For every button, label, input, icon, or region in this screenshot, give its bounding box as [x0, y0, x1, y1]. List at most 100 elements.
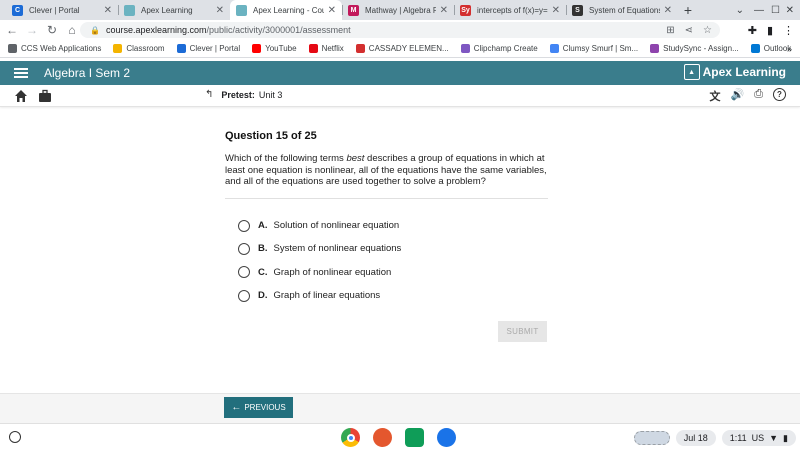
- tab-search-icon[interactable]: ⌄: [736, 0, 744, 20]
- date-pill[interactable]: Jul 18: [675, 430, 716, 446]
- apex-icon: [124, 4, 135, 16]
- home-icon[interactable]: [14, 89, 28, 103]
- bookmark-item[interactable]: Classroom: [113, 44, 165, 53]
- home-icon[interactable]: ⌂: [64, 22, 80, 38]
- os-shelf: Jul 18 1:11 US ▼ ▮: [0, 423, 800, 450]
- back-icon[interactable]: ←: [4, 22, 20, 38]
- tab-title: Apex Learning - Courses: [253, 5, 324, 15]
- launcher-icon[interactable]: [9, 431, 21, 443]
- photos-icon[interactable]: [373, 428, 392, 447]
- bookmark-item[interactable]: StudySync - Assign...: [650, 44, 739, 53]
- maximize-icon[interactable]: ☐: [771, 0, 780, 20]
- close-tab-icon[interactable]: ✕: [104, 5, 112, 16]
- meet-icon[interactable]: [437, 428, 456, 447]
- close-tab-icon[interactable]: ✕: [552, 5, 560, 16]
- bookmark-item[interactable]: YouTube: [252, 44, 297, 53]
- region-label: US: [751, 433, 765, 443]
- translate-icon[interactable]: ⊞: [666, 25, 674, 36]
- bookmarks-bar: CCS Web Applications Classroom Clever | Po…: [0, 40, 800, 58]
- close-tab-icon[interactable]: ✕: [216, 5, 224, 16]
- youtube-icon: [252, 44, 262, 53]
- browser-tab[interactable]: Apex Learning - Courses ✕: [230, 0, 342, 20]
- option-text: System of nonlinear equations: [273, 243, 402, 255]
- close-tab-icon[interactable]: ✕: [664, 5, 672, 16]
- bookmark-item[interactable]: Outlook: [750, 44, 791, 53]
- question-block: Question 15 of 25 Which of the following…: [225, 130, 550, 188]
- previous-button[interactable]: ← PREVIOUS: [224, 397, 293, 418]
- minimize-icon[interactable]: —: [754, 0, 764, 20]
- pretest-label: Pretest:: [221, 89, 255, 100]
- radio-button[interactable]: [238, 289, 250, 302]
- side-panel-icon[interactable]: ▮: [767, 24, 773, 37]
- forward-icon[interactable]: →: [24, 22, 40, 38]
- question-divider: [225, 198, 548, 199]
- tab-title: Clever | Portal: [29, 5, 80, 15]
- browser-tab-strip: C Clever | Portal ✕ Apex Learning ✕ Apex Lear…: [0, 0, 800, 20]
- close-tab-icon[interactable]: ✕: [440, 5, 448, 16]
- bookmark-item[interactable]: CCS Web Applications: [8, 44, 101, 53]
- question-number: Question 15 of 25: [225, 130, 317, 142]
- share-icon[interactable]: ⋖: [685, 25, 693, 36]
- phone-hub-icon[interactable]: [633, 431, 670, 445]
- close-tab-icon[interactable]: ✕: [328, 5, 336, 16]
- previous-label: PREVIOUS: [244, 403, 286, 412]
- classroom-icon[interactable]: [405, 428, 424, 447]
- google-icon: [549, 44, 559, 53]
- omnibox-actions: ⊞ ⋖ ☆: [666, 22, 712, 38]
- address-bar[interactable]: 🔒 course.apexlearning.com/public/activit…: [80, 22, 720, 38]
- help-icon[interactable]: ?: [773, 88, 786, 101]
- return-icon[interactable]: ↰: [205, 89, 213, 100]
- activity-subnav: ↰ Pretest: Unit 3 文 🔊 ⎙ ?: [0, 85, 800, 107]
- battery-icon: ▮: [783, 432, 788, 443]
- apex-icon: [236, 4, 247, 16]
- mathway-icon: M: [348, 4, 359, 16]
- menu-hamburger-icon[interactable]: [14, 68, 28, 78]
- close-window-icon[interactable]: ✕: [786, 0, 794, 20]
- radio-button[interactable]: [238, 266, 250, 279]
- bookmark-list: CCS Web Applications Classroom Clever | Po…: [8, 44, 791, 53]
- bookmark-label: CCS Web Applications: [21, 44, 102, 53]
- option-text: Graph of nonlinear equation: [273, 266, 392, 278]
- radio-button[interactable]: [238, 219, 250, 232]
- option-letter: D.: [258, 290, 268, 302]
- reload-icon[interactable]: ↻: [44, 22, 60, 38]
- print-icon[interactable]: ⎙: [754, 88, 763, 104]
- url-host: course.apexlearning.com: [105, 25, 207, 35]
- menu-icon[interactable]: ⋮: [783, 24, 794, 37]
- system-tray[interactable]: 1:11 US ▼ ▮: [721, 430, 796, 446]
- answer-option-b[interactable]: B. System of nonlinear equations: [238, 237, 401, 260]
- browser-tab[interactable]: M Mathway | Algebra Problem ✕: [342, 0, 454, 20]
- browser-tab[interactable]: Apex Learning ✕: [118, 0, 230, 20]
- answer-option-d[interactable]: D. Graph of linear equations: [238, 284, 401, 307]
- bookmark-item[interactable]: Clipchamp Create: [460, 44, 538, 53]
- browser-tab[interactable]: C Clever | Portal ✕: [6, 0, 118, 20]
- new-tab-icon[interactable]: +: [678, 0, 698, 20]
- bookmark-item[interactable]: CASSADY ELEMEN...: [355, 44, 449, 53]
- browser-tab[interactable]: Sy intercepts of f(x)=y=x^2+... ✕: [454, 0, 566, 20]
- answer-option-c[interactable]: C. Graph of nonlinear equation: [238, 261, 401, 284]
- translate-icon[interactable]: 文: [709, 88, 720, 104]
- radio-button[interactable]: [238, 242, 250, 255]
- bookmarks-overflow-icon[interactable]: »: [787, 40, 792, 58]
- extensions-icon[interactable]: ✚: [748, 24, 757, 37]
- bookmark-star-icon[interactable]: ☆: [703, 25, 712, 36]
- status-area[interactable]: Jul 18 1:11 US ▼ ▮: [633, 429, 796, 447]
- bookmark-item[interactable]: Netflix: [308, 44, 344, 53]
- classroom-icon: [113, 44, 123, 53]
- bookmark-label: CASSADY ELEMEN...: [368, 44, 449, 53]
- bookmark-item[interactable]: Clumsy Smurf | Sm...: [549, 44, 638, 53]
- submit-button[interactable]: SUBMIT: [498, 321, 547, 342]
- answer-option-a[interactable]: A. Solution of nonlinear equation: [238, 214, 401, 237]
- bookmark-item[interactable]: Clever | Portal: [176, 44, 240, 53]
- bookmark-label: Clipchamp Create: [473, 44, 538, 53]
- tab-title: System of Equations Ca...: [589, 5, 660, 15]
- briefcase-icon[interactable]: [38, 89, 52, 103]
- lock-icon[interactable]: 🔒: [90, 26, 100, 35]
- option-letter: B.: [258, 243, 268, 255]
- studysync-icon: [650, 44, 660, 53]
- browser-tab[interactable]: S System of Equations Ca... ✕: [566, 0, 678, 20]
- apex-logo-mark-icon: ▲: [683, 64, 700, 80]
- tab-title: intercepts of f(x)=y=x^2+...: [477, 5, 548, 15]
- chrome-icon[interactable]: [341, 428, 360, 447]
- text-to-speech-icon[interactable]: 🔊: [730, 88, 744, 104]
